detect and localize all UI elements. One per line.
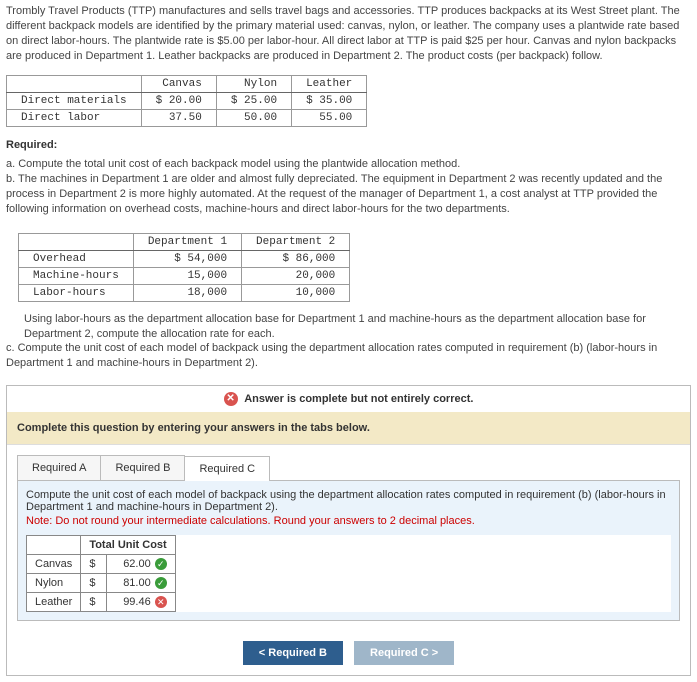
dept-table: Department 1 Department 2 Overhead $ 54,… xyxy=(18,233,350,302)
table-row: Canvas $ 62.00✓ xyxy=(27,555,176,574)
check-icon: ✓ xyxy=(155,558,167,570)
tab-instruction: Compute the unit cost of each model of b… xyxy=(26,489,671,513)
next-button[interactable]: Required C > xyxy=(354,641,454,665)
tab-required-a[interactable]: Required A xyxy=(17,455,101,480)
next-label: Required C xyxy=(370,647,429,659)
tab-required-c[interactable]: Required C xyxy=(184,456,270,481)
col-canvas: Canvas xyxy=(141,76,216,93)
req-c: c. Compute the unit cost of each model o… xyxy=(6,341,691,371)
instruction-bar: Complete this question by entering your … xyxy=(7,412,690,445)
total-unit-cost-header: Total Unit Cost xyxy=(81,536,175,555)
required-heading: Required: xyxy=(0,135,697,155)
currency-symbol: $ xyxy=(81,593,107,612)
answer-table: Total Unit Cost Canvas $ 62.00✓ Nylon $ … xyxy=(26,535,176,612)
check-icon: ✓ xyxy=(155,577,167,589)
col-dept2: Department 2 xyxy=(242,233,350,250)
req-b: b. The machines in Department 1 are olde… xyxy=(6,172,691,217)
nav-row: < Required B Required C > xyxy=(7,631,690,675)
tab-note: Note: Do not round your intermediate cal… xyxy=(26,515,671,527)
nylon-value[interactable]: 81.00✓ xyxy=(107,574,175,593)
leather-value[interactable]: 99.46✕ xyxy=(107,593,175,612)
row-label-canvas: Canvas xyxy=(27,555,81,574)
table-row: Direct materials $ 20.00 $ 25.00 $ 35.00 xyxy=(7,93,367,110)
canvas-value[interactable]: 62.00✓ xyxy=(107,555,175,574)
prev-button[interactable]: < Required B xyxy=(243,641,343,665)
col-nylon: Nylon xyxy=(216,76,291,93)
table-row: Machine-hours 15,000 20,000 xyxy=(19,267,350,284)
tab-content: Compute the unit cost of each model of b… xyxy=(17,480,680,621)
col-leather: Leather xyxy=(292,76,367,93)
prev-label: Required B xyxy=(268,647,327,659)
currency-symbol: $ xyxy=(81,555,107,574)
warning-icon: ✕ xyxy=(224,392,238,406)
blank-header xyxy=(19,233,134,250)
answer-box: ✕ Answer is complete but not entirely co… xyxy=(6,385,691,676)
chevron-left-icon: < xyxy=(259,647,265,659)
currency-symbol: $ xyxy=(81,574,107,593)
problem-intro: Trombly Travel Products (TTP) manufactur… xyxy=(0,0,697,67)
blank-header xyxy=(27,536,81,555)
tab-required-b[interactable]: Required B xyxy=(100,455,185,480)
tabs: Required A Required B Required C xyxy=(7,445,690,480)
req-a: a. Compute the total unit cost of each b… xyxy=(6,157,691,172)
row-label-nylon: Nylon xyxy=(27,574,81,593)
x-icon: ✕ xyxy=(155,596,167,608)
blank-header xyxy=(7,76,142,93)
col-dept1: Department 1 xyxy=(133,233,241,250)
row-label-leather: Leather xyxy=(27,593,81,612)
table-row: Overhead $ 54,000 $ 86,000 xyxy=(19,250,350,267)
table-row: Leather $ 99.46✕ xyxy=(27,593,176,612)
table-row: Direct labor 37.50 50.00 55.00 xyxy=(7,110,367,127)
chevron-right-icon: > xyxy=(432,647,438,659)
table-row: Nylon $ 81.00✓ xyxy=(27,574,176,593)
status-bar: ✕ Answer is complete but not entirely co… xyxy=(7,386,690,412)
table-row: Labor-hours 18,000 10,000 xyxy=(19,284,350,301)
req-b2: Using labor-hours as the department allo… xyxy=(24,312,691,342)
status-text: Answer is complete but not entirely corr… xyxy=(244,393,473,405)
cost-table: Canvas Nylon Leather Direct materials $ … xyxy=(6,75,367,127)
